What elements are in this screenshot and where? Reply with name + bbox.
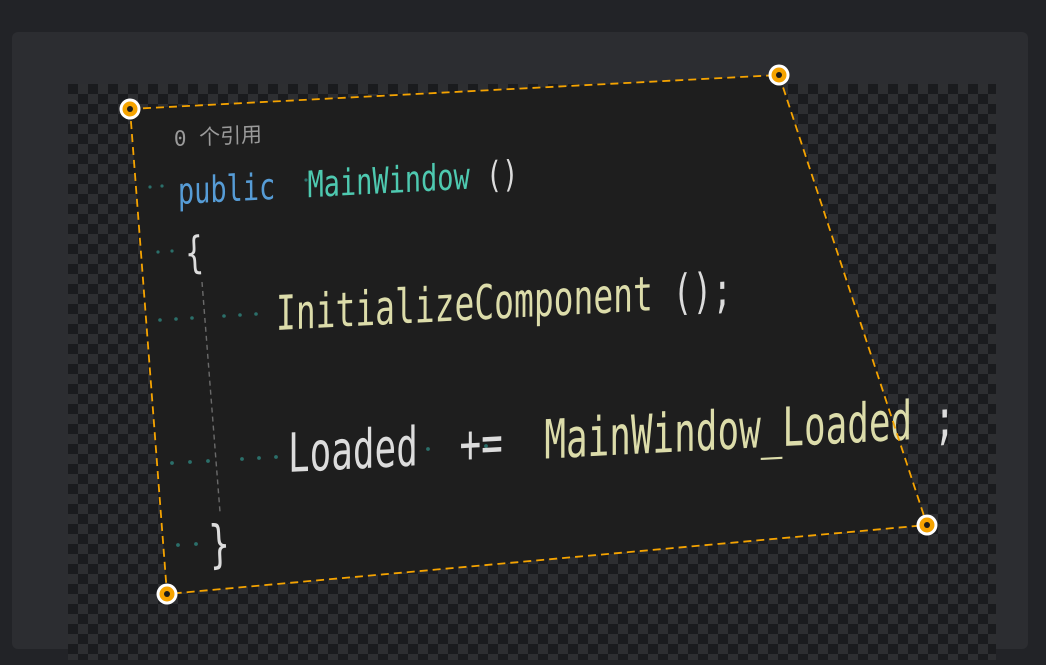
corner-handle-top-left[interactable] <box>119 98 141 120</box>
whitespace-dot <box>194 542 198 546</box>
event-loaded: Loaded <box>288 415 418 485</box>
whitespace-dot <box>190 316 194 320</box>
perspective-overlay: 0 个引用 public MainWindow () { InitializeC… <box>119 64 956 605</box>
corner-handle-top-right[interactable] <box>768 64 790 86</box>
type-name-mainwindow: MainWindow <box>307 155 470 207</box>
operator-plus-equals: += <box>459 410 502 476</box>
warped-code-image <box>130 75 927 594</box>
keyword-public: public <box>178 165 276 213</box>
whitespace-dot <box>240 457 244 461</box>
whitespace-dot <box>156 250 160 254</box>
whitespace-dot <box>176 543 180 547</box>
whitespace-dot <box>174 317 178 321</box>
parens: () <box>486 152 519 197</box>
whitespace-dot <box>257 456 261 460</box>
whitespace-dot <box>170 461 174 465</box>
whitespace-dot <box>222 314 226 318</box>
whitespace-dot <box>254 312 258 316</box>
whitespace-dot <box>158 318 162 322</box>
whitespace-dot <box>170 249 174 253</box>
whitespace-dot <box>206 459 210 463</box>
close-brace: } <box>208 515 232 575</box>
open-brace: { <box>184 226 205 278</box>
whitespace-dot <box>188 460 192 464</box>
semicolon: ; <box>934 386 956 451</box>
whitespace-dot <box>160 184 164 188</box>
whitespace-dot <box>238 313 242 317</box>
whitespace-dot <box>274 455 278 459</box>
whitespace-dot <box>148 185 152 189</box>
call-parens: (); <box>673 262 733 321</box>
codelens-references[interactable]: 0 个引用 <box>174 122 263 151</box>
corner-handle-bottom-right[interactable] <box>916 514 938 536</box>
corner-handle-bottom-left[interactable] <box>156 583 178 605</box>
